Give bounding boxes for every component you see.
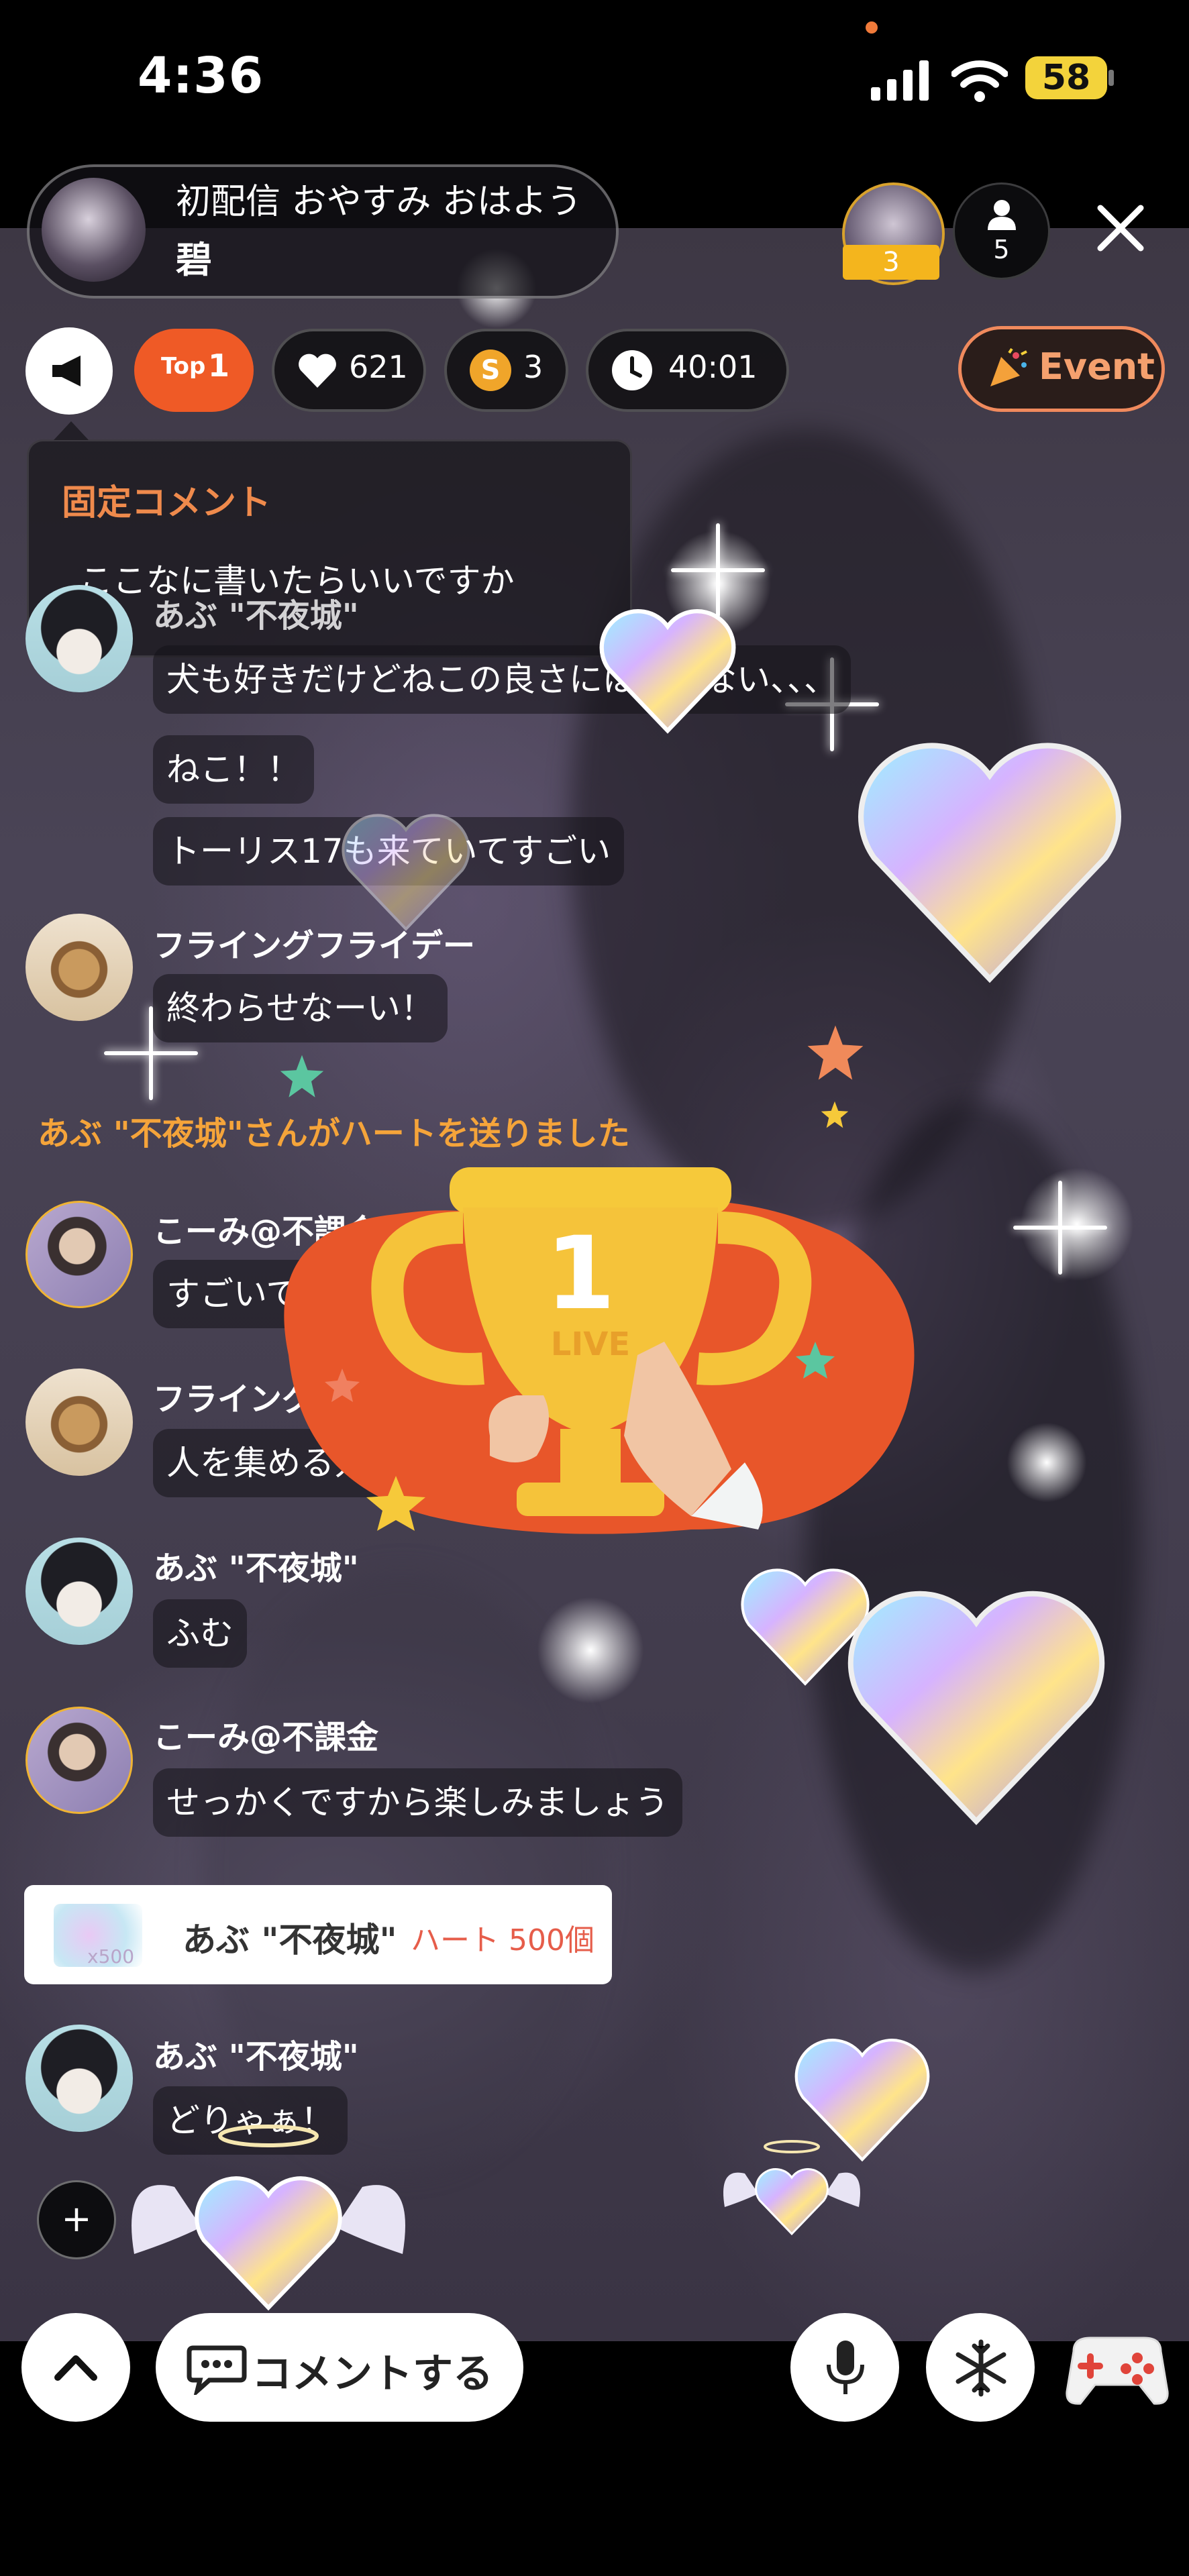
winged-heart-icon bbox=[723, 2140, 860, 2236]
commenter-name: こーみ@不課金 bbox=[153, 1719, 379, 1756]
coin-icon: S bbox=[470, 350, 511, 391]
coins-count: 3 bbox=[523, 349, 544, 385]
chat-icon bbox=[187, 2345, 247, 2395]
commenter-avatar[interactable] bbox=[25, 2025, 133, 2132]
gamepad-icon[interactable] bbox=[1060, 2318, 1174, 2418]
status-time: 4:36 bbox=[138, 47, 264, 105]
commenter-avatar[interactable] bbox=[25, 1538, 133, 1645]
snowflake-icon bbox=[955, 2339, 1006, 2397]
battery-tip bbox=[1108, 70, 1114, 86]
comment-bubble: せっかくですから楽しみましょう bbox=[153, 1768, 682, 1837]
commenter-avatar[interactable] bbox=[25, 1707, 133, 1814]
commenter-name: あぶ "不夜城" bbox=[153, 597, 359, 635]
comment-label: コメントする bbox=[252, 2351, 493, 2398]
comment-bubble: 終わらせなーい！ bbox=[153, 974, 448, 1042]
commenter-avatar[interactable] bbox=[25, 914, 133, 1021]
host-avatar[interactable] bbox=[42, 178, 146, 282]
comment-bubble: 犬も好きだけどねこの良さには敵わない、、、 bbox=[153, 645, 851, 714]
chevron-up-icon bbox=[54, 2355, 97, 2381]
gift-description: ハート 500個 bbox=[411, 1923, 594, 1957]
trophy-label: LIVE bbox=[551, 1326, 630, 1363]
commenter-avatar[interactable] bbox=[25, 585, 133, 692]
crystal-heart-icon bbox=[847, 1591, 1105, 1825]
top-viewer-rank-badge: 3 bbox=[843, 245, 939, 280]
top-value: 1 bbox=[208, 347, 230, 384]
crystal-heart-icon bbox=[858, 743, 1121, 983]
commenter-avatar[interactable] bbox=[25, 1368, 133, 1476]
top-label: Top bbox=[161, 353, 206, 380]
sparkle-icon bbox=[671, 523, 765, 617]
event-label: Event bbox=[1039, 345, 1155, 388]
person-icon bbox=[988, 200, 1016, 230]
commenter-avatar[interactable] bbox=[25, 1201, 133, 1308]
crystal-heart-icon bbox=[342, 814, 470, 931]
star-icon bbox=[807, 1025, 864, 1080]
crystal-heart-icon bbox=[599, 609, 736, 734]
comment-bubble: ねこ！！ bbox=[153, 735, 314, 804]
winged-heart-icon bbox=[132, 2125, 405, 2311]
signal-icon bbox=[871, 60, 929, 101]
comment-bubble: ふむ bbox=[153, 1599, 247, 1668]
gift-sender: あぶ "不夜城" bbox=[183, 1921, 397, 1960]
stream-timer: 40:01 bbox=[668, 349, 758, 385]
trophy-rank: 1 bbox=[546, 1216, 615, 1332]
wifi-icon bbox=[951, 60, 1008, 102]
gift-count-small: x500 bbox=[87, 1945, 135, 1968]
system-message: あぶ "不夜城"さんがハートを送りました bbox=[38, 1115, 630, 1152]
party-popper-icon bbox=[990, 347, 1027, 386]
host-name: 碧 bbox=[176, 239, 212, 281]
sparkle-icon bbox=[1013, 1181, 1107, 1275]
star-icon bbox=[821, 1101, 849, 1128]
heart-icon bbox=[299, 354, 336, 388]
commenter-name: あぶ "不夜城" bbox=[153, 2038, 359, 2076]
mic-icon bbox=[827, 2341, 864, 2394]
commenter-name: あぶ "不夜城" bbox=[153, 1550, 359, 1587]
clock-icon bbox=[612, 350, 652, 390]
pinned-title: 固定コメント bbox=[62, 483, 272, 523]
stream-title: 初配信 おやすみ おはよう bbox=[176, 182, 582, 222]
hearts-count: 621 bbox=[349, 349, 408, 385]
trophy-animation: 1 LIVE bbox=[284, 1167, 915, 1534]
add-button[interactable]: + bbox=[37, 2180, 116, 2259]
close-icon[interactable] bbox=[1087, 195, 1154, 262]
megaphone-icon bbox=[52, 356, 81, 386]
viewer-count: 5 bbox=[993, 235, 1010, 264]
pinned-pointer bbox=[54, 421, 89, 440]
star-icon bbox=[280, 1055, 324, 1097]
camera-indicator bbox=[866, 21, 878, 34]
battery-indicator: 58 bbox=[1025, 56, 1107, 99]
